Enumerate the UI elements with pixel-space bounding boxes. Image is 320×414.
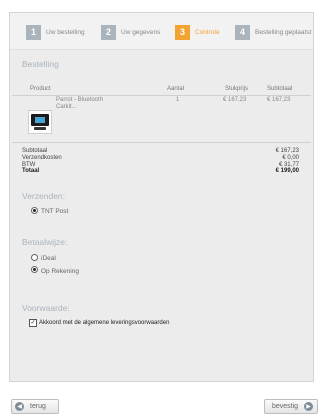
terms-checkbox[interactable]: ✓ [29,319,37,327]
step-number: 3 [175,24,190,40]
total-value: € 199,00 [275,168,299,175]
arrow-right-icon: ▶ [304,402,314,411]
step-1: 1 Uw bestelling [26,24,85,40]
payment-invoice-label[interactable]: Op Rekening [41,268,79,275]
step-label: Bestelling geplaatst [255,28,312,36]
col-quantity: Aantal [167,86,185,92]
step-label: Uw gegevens [121,28,161,36]
header-divider [12,95,311,96]
subtotal-label: Subtotaal [22,148,48,154]
product-name-cont: Carkit... [56,104,77,110]
shipping-cost-label: Verzendkosten [22,154,62,161]
vat-value: € 31,77 [278,161,299,168]
col-subtotal: Subtotaal [267,86,293,92]
step-label: Controle [195,28,220,36]
payment-invoice-radio[interactable] [31,266,38,273]
step-number: 2 [101,24,116,40]
shipping-tnt-radio[interactable] [31,207,38,214]
payment-ideal-radio[interactable] [31,254,38,261]
shipping-cost-value: € 0,00 [282,154,299,161]
back-button-label: terug [30,403,46,410]
confirm-button-label: bevestig [272,403,299,410]
shipping-title: Verzenden: [22,191,66,201]
step-4: 4 Bestelling geplaatst [235,24,311,40]
confirm-button[interactable]: bevestig ▶ [264,399,318,414]
item-unit-price: € 167,23 [223,97,247,103]
row-divider [12,142,311,143]
terms-title: Voorwaarde: [22,303,70,313]
item-quantity: 1 [176,97,180,103]
vat-label: BTW [22,161,36,168]
step-number: 4 [235,24,250,40]
total-label: Totaal [22,168,40,175]
subtotal-value: € 167,23 [275,148,299,154]
checkout-steps: 1 Uw bestelling 2 Uw gegevens 3 Controle… [10,13,313,50]
payment-ideal-label[interactable]: iDeal [41,255,56,262]
back-button[interactable]: ◀ terug [11,399,59,414]
checkout-panel: 1 Uw bestelling 2 Uw gegevens 3 Controle… [9,12,314,382]
product-name[interactable]: Parrot - Bluetooth [56,97,103,103]
step-label: Uw bestelling [46,28,85,36]
arrow-left-icon: ◀ [15,402,24,411]
col-product: Product [30,86,51,92]
item-subtotal: € 167,23 [267,97,291,103]
shipping-tnt-label[interactable]: TNT Post [41,208,68,215]
step-3: 3 Controle [175,24,220,40]
step-number: 1 [26,24,41,40]
payment-title: Betaalwijze: [22,237,68,247]
terms-label[interactable]: Akkoord met de algemene leveringsvoorwaa… [39,320,169,326]
order-title: Bestelling [22,59,59,69]
step-2: 2 Uw gegevens [101,24,160,40]
product-image [28,110,52,134]
col-unit-price: Stukprijs [225,86,249,92]
